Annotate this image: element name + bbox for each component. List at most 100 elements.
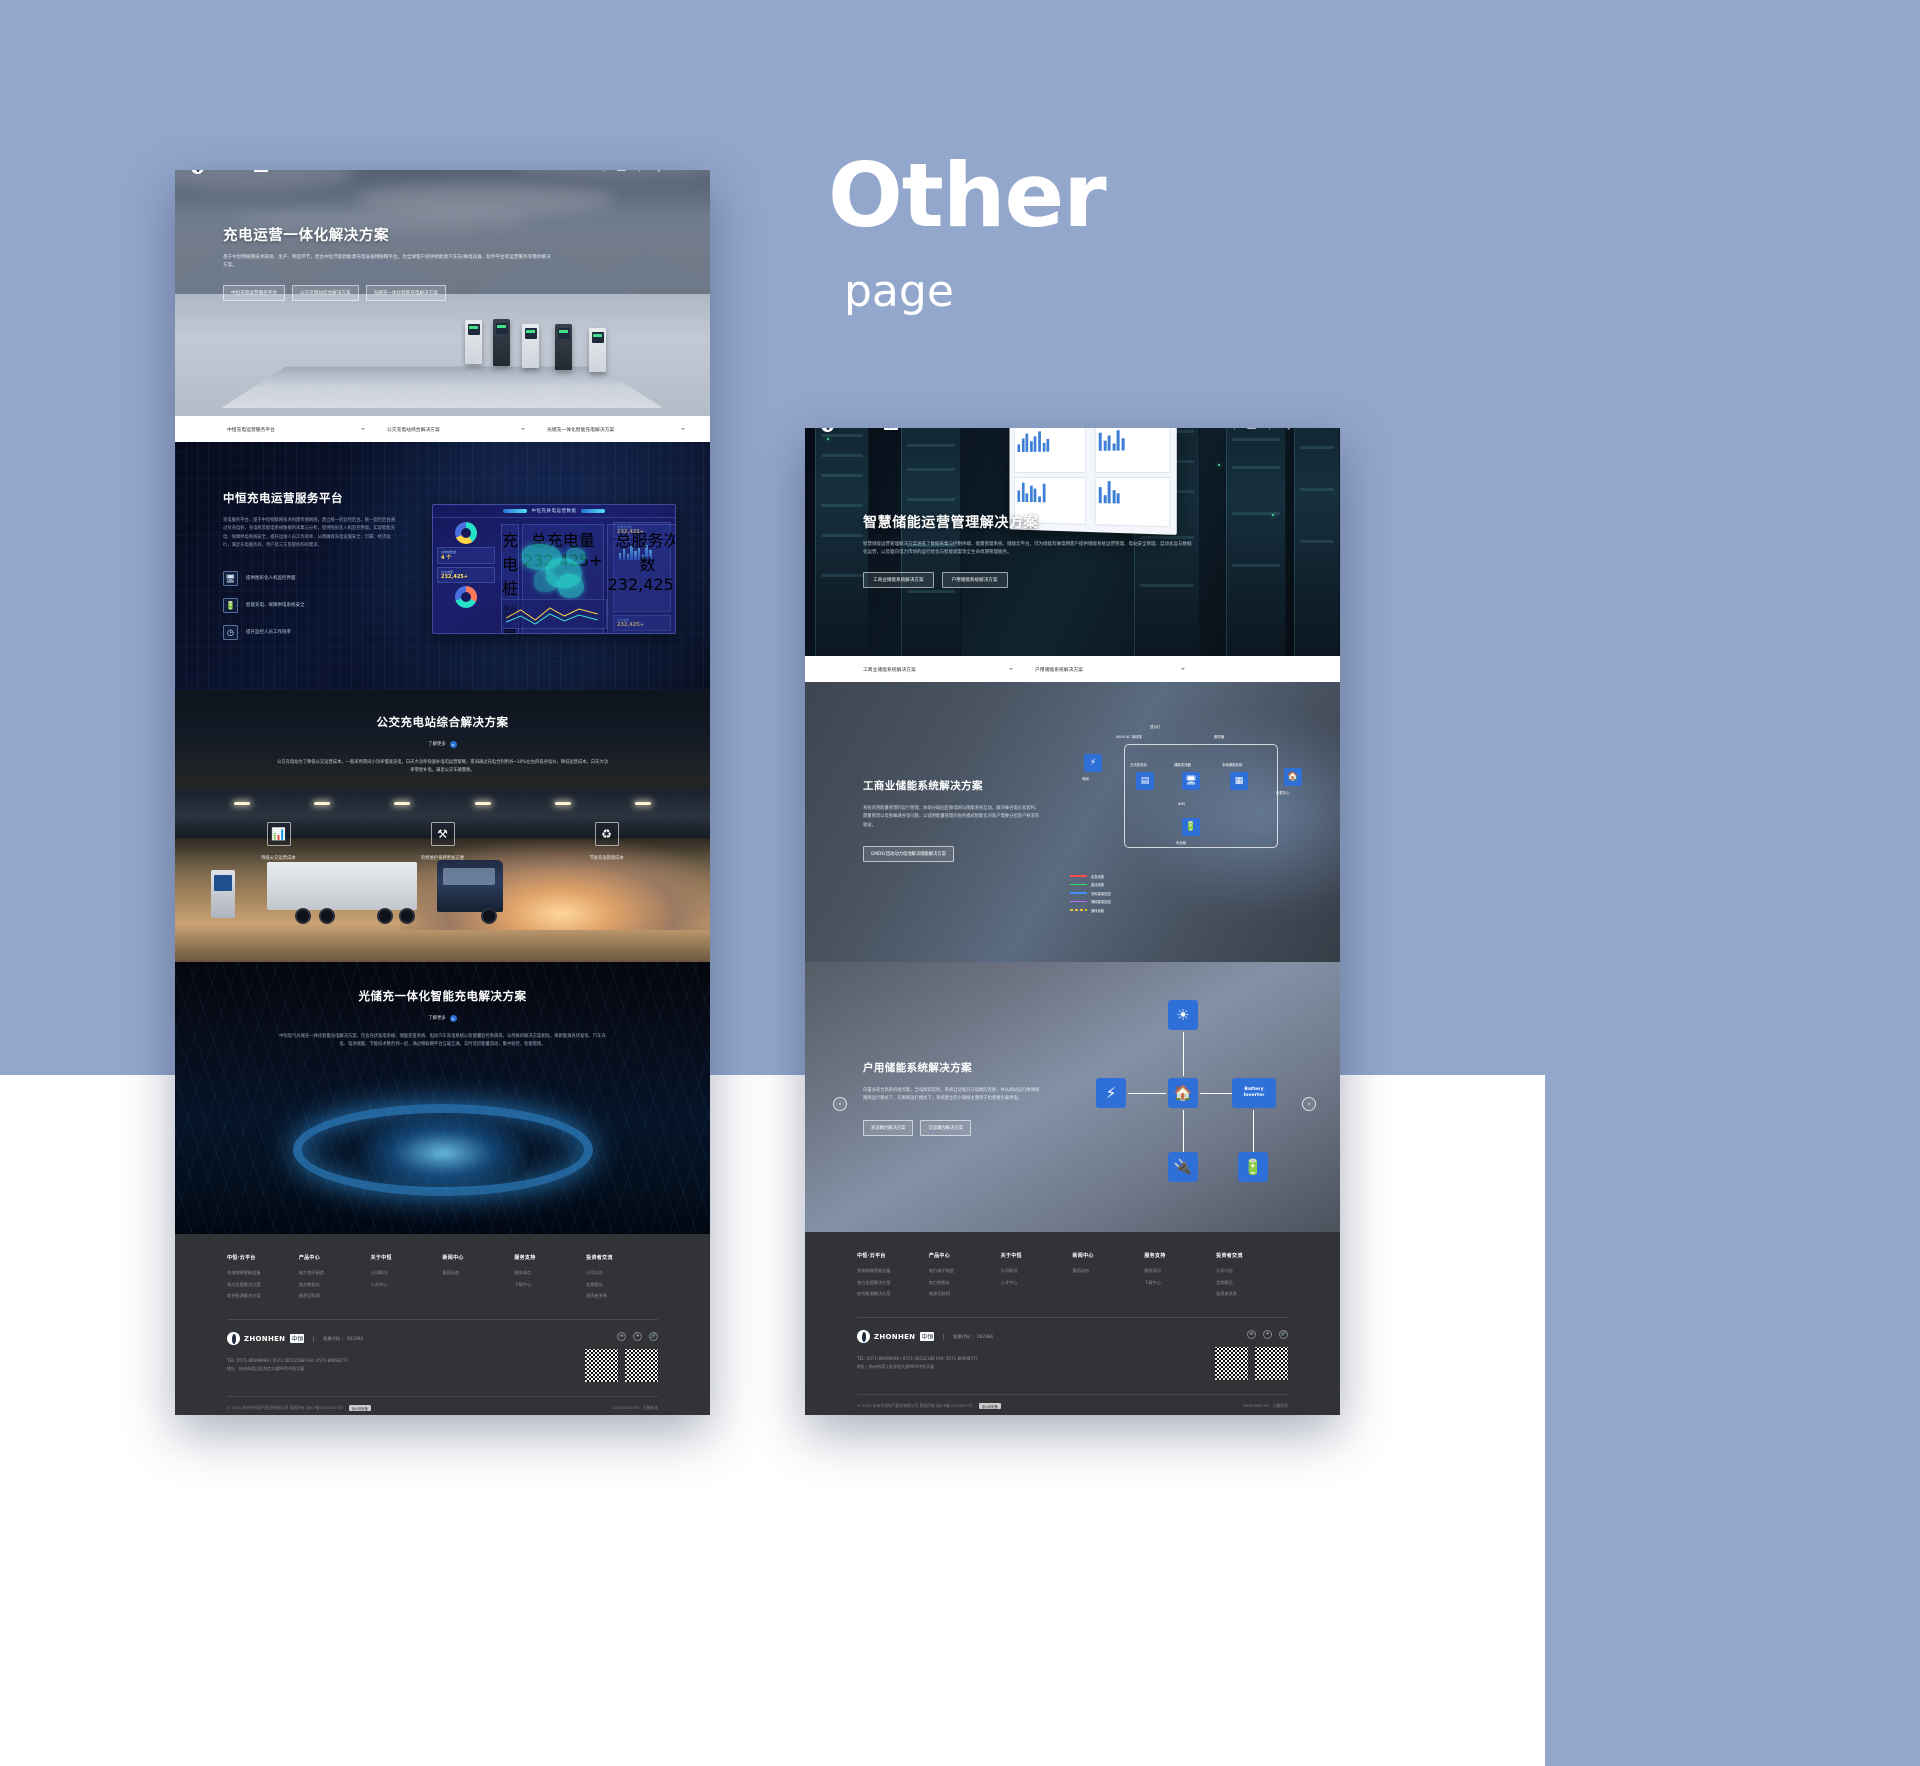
footer-address: 地址：杭州市滨江区东信大道99号中恒大厦 (227, 1365, 305, 1371)
nav-item-investor[interactable]: 投资者交流 (535, 170, 563, 171)
household-copy: 户用储能系统解决方案 内置多适合高阶的接点能，当电网异常时，系统自动脱开马电网的… (863, 1060, 1043, 1136)
household-dc-button[interactable]: 直流耦合解决方案 (863, 1119, 914, 1136)
footer-legal-bar: © 2020 杭州中恒电气股份有限公司 版权所有 浙ICP备12046003号 … (857, 1394, 1288, 1415)
footer-column-title: 新闻中心 (442, 1255, 464, 1261)
footer-link[interactable]: 公司公告 (586, 1270, 658, 1276)
weixin-icon[interactable]: ✉ (1247, 1330, 1256, 1340)
nav-utilities: EN SEARCH (583, 170, 694, 172)
selector-commercial[interactable]: 工商业储能系统解决方案 (863, 666, 1013, 673)
footer-column-title: 新闻中心 (1072, 1253, 1094, 1259)
mail-icon[interactable] (1247, 428, 1257, 429)
weibo-icon[interactable]: ☀ (633, 1332, 642, 1342)
footer-link[interactable]: 公司公告 (1216, 1268, 1288, 1274)
nav-divider (1233, 428, 1235, 430)
footer-address: 地址：杭州市滨江区东信大道99号中恒大厦 (857, 1363, 935, 1369)
footer-logo[interactable]: ZHONHEN 中恒 (857, 1330, 935, 1344)
pcs-label: 储能变流器 (1174, 763, 1191, 767)
footer-link[interactable]: 服务网点 (1144, 1268, 1216, 1274)
footer-link[interactable]: 能源互联网 (929, 1291, 1001, 1297)
bms-label: BMS (1178, 802, 1186, 806)
hero-button-platform[interactable]: 中恒充电运营服务平台 (223, 284, 285, 301)
footer-link[interactable]: 公司概况 (371, 1270, 443, 1276)
hero-description: 基于中恒物联网技术研发、生产、制造环节，结合中恒节能新能源充电设备物联网平台，为… (223, 255, 551, 269)
nav-item-about[interactable]: 关于中恒 (396, 170, 418, 171)
footer-link[interactable]: 充电物联智能设备 (857, 1268, 929, 1274)
nav-item-investor[interactable]: 投资者交流 (1165, 428, 1193, 429)
feature-item: ◷ 提升监控人员工作效率 (223, 624, 398, 640)
nav-item-news[interactable]: 新闻中心 (1073, 428, 1095, 429)
hero-button-group: 工商业储能系统解决方案 户用储能系统解决方案 (863, 571, 1300, 588)
brand-wordmark: ZHONHEN (838, 428, 879, 429)
footer-link[interactable]: 下载中心 (514, 1282, 586, 1288)
footer-link[interactable]: 电力电子制造 (299, 1270, 371, 1276)
footer-link[interactable]: 集团动态 (1072, 1268, 1144, 1274)
footer-logo[interactable]: ZHONHEN 中恒 (227, 1332, 305, 1346)
footer-contact-lines: TEL: 0571-86698999 / 0571-56532188 FAX: … (227, 1357, 585, 1373)
footer-link[interactable]: 电力业营解决方案 (227, 1282, 299, 1288)
footer-link[interactable]: 投资者关系 (1216, 1291, 1288, 1297)
selector-pv-storage[interactable]: 光储充一体化智能充电解决方案 (547, 426, 685, 433)
footer-link[interactable]: 人才中心 (371, 1282, 443, 1288)
footer-link[interactable]: 电力电子制造 (929, 1268, 1001, 1274)
footer-link[interactable]: 人才中心 (1001, 1280, 1073, 1286)
footer-link[interactable]: 电力数智化 (299, 1282, 371, 1288)
electric-truck (267, 858, 517, 924)
saving-icon: ♻ (594, 822, 619, 846)
household-description: 内置多适合高阶的接点能，当电网异常时，系统自动脱开马电网的连接，并从网站运行故障… (863, 1088, 1040, 1102)
selector-household[interactable]: 户用储能系统解决方案 (1035, 666, 1185, 673)
qr-code-wechat (1215, 1347, 1248, 1380)
carousel-prev-button[interactable]: ‹ (833, 1097, 847, 1111)
learn-more-link[interactable]: 了解更多 ▸ (428, 1014, 457, 1022)
nav-item-support[interactable]: 服务支持 (1119, 428, 1141, 429)
footer-column-news: 新闻中心 集团动态 (1072, 1252, 1144, 1303)
weibo-icon[interactable]: ☀ (1263, 1330, 1272, 1340)
link-icon[interactable]: 🔗 (649, 1332, 658, 1342)
pv-storage-title: 光储充一体化智能充电解决方案 (358, 989, 527, 1003)
footer-link[interactable]: 定期报告 (586, 1282, 658, 1288)
hero-button-commercial[interactable]: 工商业储能系统解决方案 (863, 571, 934, 588)
designed-by-text: DESIGNED BY：元聚科技 (613, 1405, 658, 1411)
nav-item-about[interactable]: 关于中恒 (1026, 428, 1048, 429)
carousel-next-button[interactable]: › (1302, 1097, 1316, 1111)
bar-chart (1017, 481, 1082, 503)
link-icon[interactable]: 🔗 (1279, 1330, 1288, 1340)
footer-link[interactable]: 能源互联网 (299, 1293, 371, 1299)
footer-link[interactable]: 公司概况 (1001, 1268, 1073, 1274)
footer-link[interactable]: 定期报告 (1216, 1280, 1288, 1286)
learn-more-link[interactable]: 了解更多 ▸ (428, 740, 457, 748)
nav-item-news[interactable]: 新闻中心 (443, 170, 465, 171)
headline-title: Other (828, 144, 1107, 247)
nav-item-cloud[interactable]: 中恒·云平台 (342, 170, 372, 171)
footer-link[interactable]: 下载中心 (1144, 1280, 1216, 1286)
brand-logo[interactable]: ZHONHEN 中恒 (191, 170, 269, 174)
footer-link[interactable]: 集团动态 (442, 1270, 514, 1276)
footer-link[interactable]: 投资者关系 (586, 1293, 658, 1299)
site-footer: 中恒·云平台 充电物联智能设备 电力业营解决方案 综合能源解决方案 产品中心 电… (805, 1232, 1340, 1415)
hero-button-group: 中恒充电运营服务平台 公交充电站综合解决方案 光储充一体化智能充电解决方案 (223, 284, 670, 301)
nav-item-support[interactable]: 服务支持 (489, 170, 511, 171)
hero-button-storage[interactable]: 光储充一体化智能充电解决方案 (365, 284, 446, 301)
footer-qr-codes (1215, 1347, 1288, 1380)
footer-link[interactable]: 电力业营解决方案 (857, 1280, 929, 1286)
copyright-text: © 2020 杭州中恒电气股份有限公司 版权所有 浙ICP备12046003号 (857, 1403, 973, 1409)
weixin-icon[interactable]: ✉ (617, 1332, 626, 1342)
selector-bus[interactable]: 公交充电站综合解决方案 (387, 426, 525, 433)
hero-button-household[interactable]: 户用储能系统解决方案 (941, 571, 1008, 588)
household-ac-button[interactable]: 交流耦合解决方案 (920, 1119, 971, 1136)
brand-logo[interactable]: ZHONHEN 中恒 (821, 428, 899, 432)
footer-link[interactable]: 综合能源解决方案 (227, 1293, 299, 1299)
footer-link[interactable]: 电力数智化 (929, 1280, 1001, 1286)
truck-wheel (377, 908, 393, 924)
nav-item-cloud[interactable]: 中恒·云平台 (972, 428, 1002, 429)
selector-label: 中恒充电运营服务平台 (227, 427, 275, 433)
footer-column-cloud: 中恒·云平台 充电物联智能设备 电力业营解决方案 综合能源解决方案 (857, 1252, 929, 1303)
footer-link[interactable]: 综合能源解决方案 (857, 1291, 929, 1297)
commercial-cta-button[interactable]: GMDE(喆动动力电池解决储能解决方案 (863, 846, 954, 863)
display-label: 显示灯 (1150, 725, 1161, 729)
footer-column-products: 产品中心 电力电子制造 电力数智化 能源互联网 (299, 1254, 371, 1305)
hero-button-bus[interactable]: 公交充电站综合解决方案 (291, 284, 359, 301)
footer-link[interactable]: 充电物联智能设备 (227, 1270, 299, 1276)
footer-link[interactable]: 服务网点 (514, 1270, 586, 1276)
selector-platform[interactable]: 中恒充电运营服务平台 (227, 426, 365, 433)
mail-icon[interactable] (617, 170, 627, 171)
